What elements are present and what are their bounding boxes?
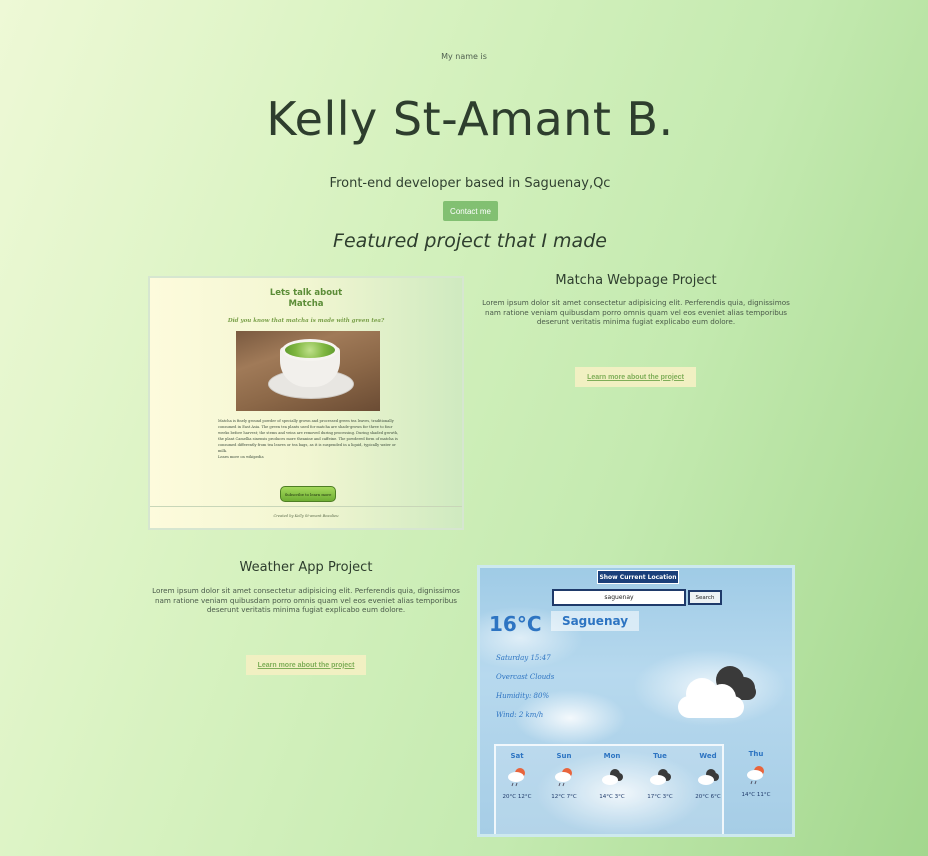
forecast-day-name: Sat (510, 752, 524, 760)
dark-cloud-icon (602, 769, 623, 785)
page-title: Kelly St-Amant B. (266, 92, 674, 146)
weather-wind: Wind: 2 km/h (496, 711, 544, 719)
weather-humidity: Humidity: 80% (496, 692, 550, 700)
show-location-button: Show Current Location (597, 570, 679, 584)
learn-more-matcha-button[interactable]: Learn more about the project (575, 367, 696, 387)
matcha-preview-footer: Created by Kelly St-amant Beaulieu (273, 514, 339, 518)
forecast-day-name: Mon (603, 752, 621, 760)
forecast-day: Wed 20°C 6°C (688, 752, 728, 800)
dark-cloud-icon (650, 769, 671, 785)
city-search-input: saguenay (552, 589, 686, 606)
forecast-day-name: Sun (556, 752, 572, 760)
project-title-matcha: Matcha Webpage Project (555, 273, 717, 288)
forecast-day-name: Tue (653, 752, 667, 760)
matcha-wiki-link: Learn more on wikipedia (218, 455, 264, 459)
project-description-matcha: Lorem ipsum dolor sit amet consectetur a… (482, 298, 790, 326)
forecast-panel: Sat 20°C 12°C Sun 12°C 7°C Mon 14°C 3°C … (494, 744, 724, 834)
matcha-latte-shape (282, 339, 338, 361)
matcha-divider (150, 506, 462, 507)
forecast-day: Thu 14°C 11°C (736, 750, 776, 798)
intro-text: My name is (441, 52, 487, 61)
forecast-day-temps: 12°C 7°C (551, 794, 577, 800)
weather-datetime: Saturday 15:47 (496, 654, 551, 662)
matcha-cup-image (236, 331, 380, 411)
search-button: Search (688, 590, 722, 605)
project-description-weather: Lorem ipsum dolor sit amet consectetur a… (152, 586, 460, 614)
role-subtitle: Front-end developer based in Saguenay,Qc (329, 176, 611, 191)
project-title-weather: Weather App Project (239, 560, 373, 575)
forecast-day: Tue 17°C 3°C (640, 752, 680, 800)
forecast-day-temps: 20°C 12°C (502, 794, 532, 800)
matcha-title-line1: Lets talk about (269, 288, 343, 298)
rain-sun-cloud-icon (508, 768, 525, 787)
featured-heading: Featured project that I made (333, 230, 607, 252)
matcha-preview-subtitle: Did you know that matcha is made with gr… (227, 318, 385, 324)
forecast-day-temps: 14°C 11°C (741, 792, 771, 798)
weather-condition: Overcast Clouds (496, 673, 555, 681)
city-name: Saguenay (551, 611, 639, 631)
matcha-subscribe-button: Subscribe to learn more (280, 486, 336, 502)
contact-button[interactable]: Contact me (443, 201, 498, 221)
overcast-cloud-icon (678, 666, 756, 718)
matcha-project-preview[interactable]: Lets talk about Matcha Did you know that… (148, 276, 464, 530)
matcha-preview-body: Matcha is finely ground powder of specia… (218, 418, 400, 460)
forecast-day-name: Wed (699, 752, 717, 760)
rain-sun-cloud-icon (555, 768, 572, 787)
current-temperature: 16°C (489, 612, 542, 636)
matcha-body-text: Matcha is finely ground powder of specia… (218, 419, 399, 453)
learn-more-weather-button[interactable]: Learn more about the project (246, 655, 366, 675)
forecast-day: Sun 12°C 7°C (544, 752, 584, 800)
dark-cloud-icon (698, 769, 719, 785)
weather-project-preview[interactable]: Show Current Location saguenay Search 16… (477, 565, 795, 837)
forecast-day-name: Thu (748, 750, 764, 758)
forecast-day: Mon 14°C 3°C (592, 752, 632, 800)
matcha-title-line2: Matcha (288, 299, 324, 309)
matcha-preview-title: Lets talk about Matcha (150, 288, 462, 310)
forecast-day: Sat 20°C 12°C (497, 752, 537, 800)
forecast-day-temps: 17°C 3°C (647, 794, 673, 800)
forecast-day-temps: 14°C 3°C (599, 794, 625, 800)
rain-sun-cloud-icon (747, 766, 764, 785)
forecast-day-temps: 20°C 6°C (695, 794, 721, 800)
